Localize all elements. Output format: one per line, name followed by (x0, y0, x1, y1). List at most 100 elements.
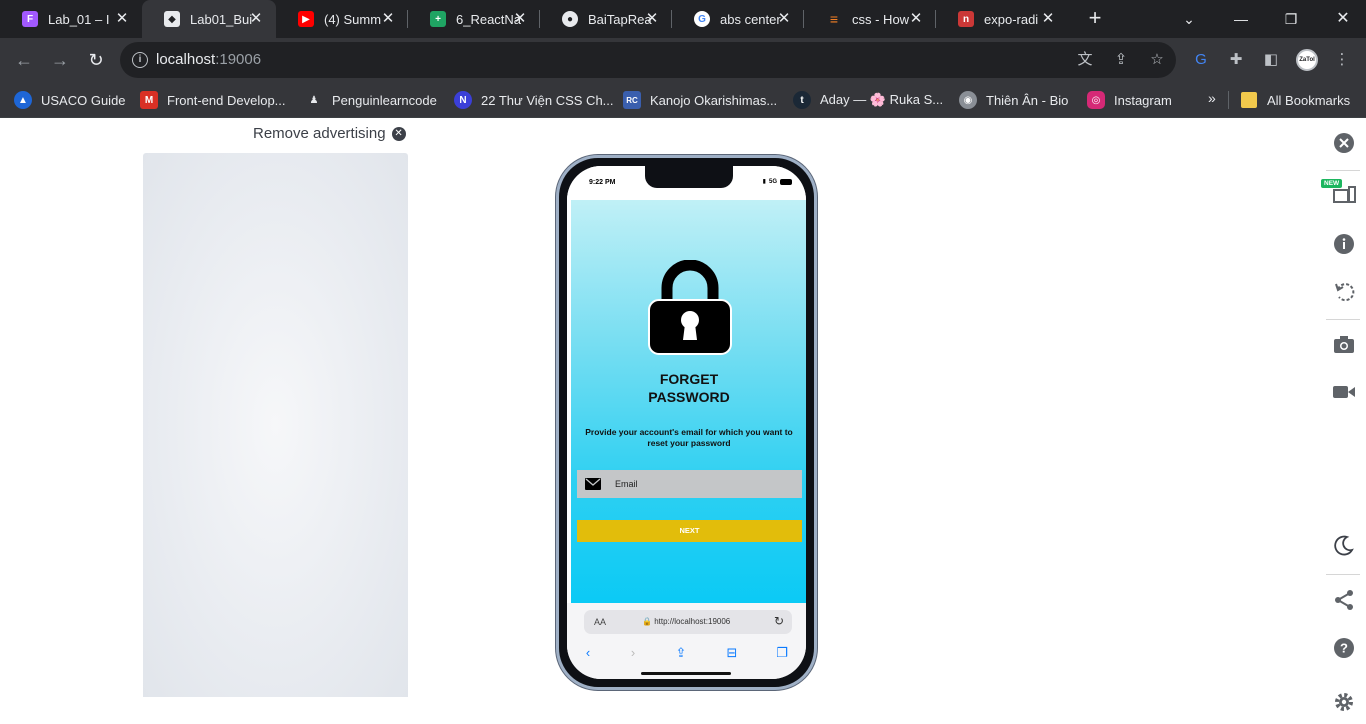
rc-icon: RC (623, 91, 641, 109)
penguin-icon: ♟ (309, 94, 319, 106)
dark-mode-icon[interactable] (1330, 531, 1358, 559)
settings-icon[interactable] (1330, 688, 1358, 716)
divider (1326, 574, 1360, 575)
bookmark-item[interactable]: RC Kanojo Okarishimas... (623, 90, 777, 110)
tumblr-icon: t (793, 91, 811, 109)
close-icon[interactable]: ✕ (248, 11, 264, 27)
close-icon[interactable]: ✕ (1040, 11, 1056, 27)
safari-address-bar[interactable]: AA 🔒 http://localhost:19006 ↻ (584, 610, 792, 634)
tab-search-icon[interactable]: ⌄ (1176, 6, 1202, 32)
back-icon[interactable]: ← (12, 48, 36, 72)
safari-url[interactable]: 🔒 http://localhost:19006 (642, 617, 730, 626)
tab[interactable]: n expo-radi ✕ (936, 0, 1068, 38)
close-window-icon[interactable]: ✕ (1330, 6, 1356, 32)
status-time: 9:22 PM (589, 179, 616, 186)
toolbar: ← → ↻ i localhost:19006 文 ⇪ ☆ G ✚ ◧ ZaTo… (0, 38, 1366, 82)
minimize-icon[interactable]: — (1228, 6, 1254, 32)
home-indicator (641, 672, 731, 675)
google-translate-extension-icon[interactable]: G (1191, 50, 1211, 70)
svg-text:?: ? (1340, 641, 1348, 656)
tab-title: Lab_01 – I (48, 11, 110, 27)
reader-aa-button[interactable]: AA (594, 617, 606, 627)
tab-strip: F Lab_01 – I ✕ ◆ Lab01_Bui ✕ ▶ (4) Summ … (0, 0, 1366, 38)
device-screen: 9:22 PM ▮ 5G FORGET PASSWORD Provide you… (567, 166, 806, 679)
close-icon[interactable]: ✕ (776, 11, 792, 27)
site-info-icon[interactable]: i (132, 52, 148, 68)
close-icon[interactable]: ✕ (114, 11, 130, 27)
close-icon[interactable]: ✕ (380, 11, 396, 27)
video-icon[interactable] (1330, 378, 1358, 406)
reload-icon[interactable]: ↻ (774, 614, 784, 628)
close-icon[interactable]: ✕ (908, 11, 924, 27)
bookmark-item[interactable]: t Aday — 🌸 Ruka S... (793, 90, 943, 110)
reload-icon[interactable]: ↻ (84, 48, 108, 72)
bookmark-separator (1228, 91, 1229, 109)
tab[interactable]: ▶ (4) Summ ✕ (276, 0, 408, 38)
close-icon[interactable]: ✕ (391, 126, 406, 141)
close-icon[interactable]: ✕ (644, 11, 660, 27)
bookmark-item[interactable]: M Front-end Develop... (140, 90, 286, 110)
url-text[interactable]: localhost:19006 (156, 51, 261, 68)
share-icon[interactable]: ⇪ (672, 644, 690, 662)
envelope-icon (585, 478, 601, 490)
github-icon: ● (562, 11, 578, 27)
page-content: Remove advertising ✕ 9:22 PM ▮ 5G FORGET… (0, 119, 1366, 724)
bookmark-item[interactable]: N 22 Thư Viện CSS Ch... (454, 90, 614, 110)
stackoverflow-icon: ≡ (829, 11, 839, 27)
remove-advertising-link[interactable]: Remove advertising ✕ (253, 125, 406, 142)
share-icon[interactable] (1330, 586, 1358, 614)
avatar[interactable]: ZaTol (1296, 49, 1318, 71)
side-panel-icon[interactable]: ◧ (1261, 50, 1281, 70)
bookmark-item[interactable]: ♟ Penguinlearncode (305, 90, 437, 110)
restore-icon[interactable]: ❐ (1278, 6, 1304, 32)
forward-icon[interactable]: → (48, 48, 72, 72)
close-icon[interactable] (1330, 129, 1358, 157)
new-tab-button[interactable]: + (1084, 7, 1106, 30)
info-icon[interactable] (1330, 230, 1358, 258)
sheets-icon: + (430, 11, 446, 27)
address-bar[interactable]: i localhost:19006 文 ⇪ ☆ (120, 42, 1176, 78)
rotate-icon[interactable] (1330, 278, 1358, 306)
translate-icon[interactable]: 文 (1075, 50, 1095, 70)
bookmarks-icon[interactable]: ⊟ (723, 644, 741, 662)
more-bookmarks-icon[interactable]: » (1208, 90, 1216, 106)
bookmark-item[interactable]: ◎ Instagram (1087, 90, 1172, 110)
close-icon[interactable]: ✕ (512, 11, 528, 27)
device-select-icon[interactable] (1330, 181, 1358, 209)
tab[interactable]: ≡ css - How ✕ (804, 0, 936, 38)
email-field[interactable]: Email (577, 470, 802, 498)
tabs-icon[interactable]: ❐ (773, 644, 791, 662)
next-button[interactable]: NEXT (577, 520, 802, 542)
youtube-icon: ▶ (298, 11, 314, 27)
share-icon[interactable]: ⇪ (1111, 50, 1131, 70)
padlock-icon (648, 260, 732, 355)
all-bookmarks[interactable]: All Bookmarks (1241, 90, 1350, 110)
tab[interactable]: G abs center ✕ (672, 0, 804, 38)
email-placeholder: Email (615, 479, 638, 489)
n-icon: N (454, 91, 472, 109)
divider (1326, 319, 1360, 320)
menu-icon[interactable]: ⋮ (1332, 50, 1352, 70)
instagram-icon: ◎ (1087, 91, 1105, 109)
back-icon[interactable]: ‹ (579, 644, 597, 662)
bookmark-item[interactable]: ▲ USACO Guide (14, 90, 126, 110)
battery-icon (780, 178, 792, 185)
tab-active[interactable]: ◆ Lab01_Bui ✕ (142, 0, 276, 38)
tab[interactable]: F Lab_01 – I ✕ (0, 0, 142, 38)
tab[interactable]: + 6_ReactNa ✕ (408, 0, 540, 38)
tab[interactable]: ● BaiTapRea ✕ (540, 0, 672, 38)
advertising-placeholder (143, 153, 408, 697)
figma-icon: F (22, 11, 38, 27)
bookmark-star-icon[interactable]: ☆ (1147, 50, 1167, 70)
help-icon[interactable]: ? (1330, 634, 1358, 662)
page-title: FORGET PASSWORD (648, 371, 730, 405)
forward-icon: › (630, 645, 636, 660)
device-notch (645, 166, 733, 188)
camera-icon[interactable] (1330, 330, 1358, 358)
remove-advertising-label: Remove advertising (253, 125, 386, 142)
safari-bottom-bar: AA 🔒 http://localhost:19006 ↻ ‹ › ⇪ ⊟ ❐ (567, 603, 806, 679)
bookmark-item[interactable]: ◉ Thiên Ân - Bio (959, 90, 1068, 110)
divider (1326, 170, 1360, 171)
google-icon: G (694, 11, 710, 27)
extensions-icon[interactable]: ✚ (1226, 50, 1246, 70)
